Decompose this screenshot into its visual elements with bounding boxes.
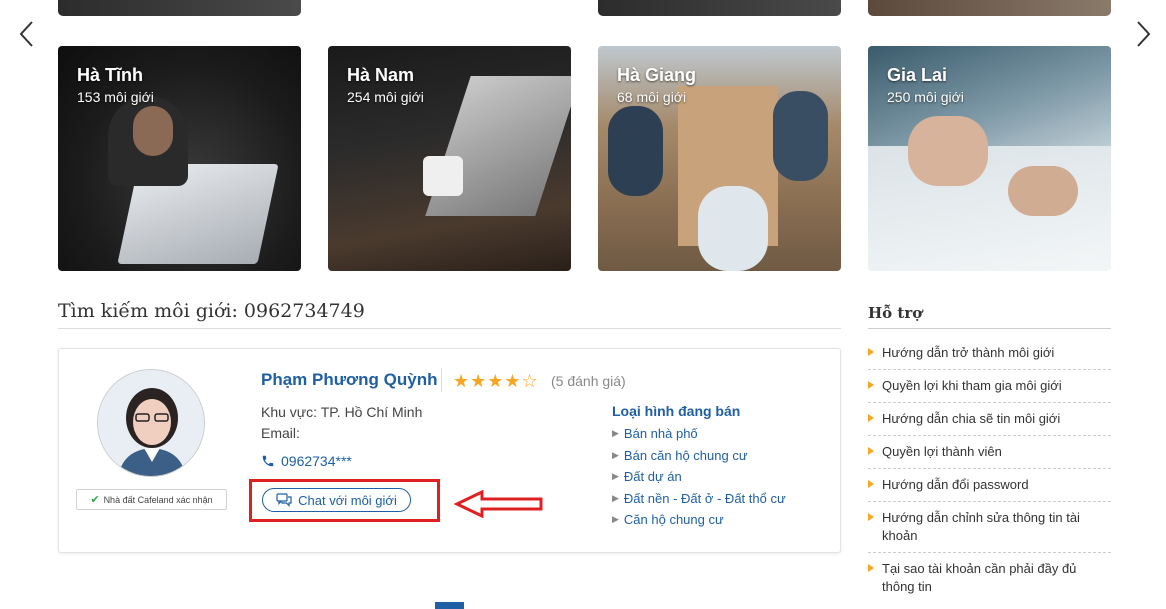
divider [441, 368, 442, 392]
city-card-previous-row [868, 0, 1111, 16]
support-link[interactable]: Hướng dẫn trở thành môi giới [868, 337, 1111, 370]
support-link[interactable]: Hướng dẫn đổi password [868, 469, 1111, 502]
property-type-item[interactable]: ▶ Căn hộ chung cư [612, 509, 786, 531]
broker-count: 68 môi giới [617, 89, 687, 105]
bullet-icon [868, 381, 874, 389]
verified-label: Nhà đất Cafeland xác nhận [103, 494, 213, 505]
city-card-previous-row [58, 0, 301, 16]
city-name: Gia Lai [887, 65, 948, 85]
avatar[interactable] [97, 369, 205, 477]
search-title: Tìm kiếm môi giới: 0962734749 [58, 300, 365, 322]
phone-number: 0962734*** [281, 453, 352, 469]
chevron-left-icon [19, 21, 33, 47]
broker-count: 250 môi giới [887, 89, 964, 105]
city-card-previous-row [598, 0, 841, 16]
pagination-active-indicator[interactable] [435, 602, 464, 609]
divider [868, 328, 1111, 329]
city-name: Hà Nam [347, 65, 415, 85]
support-link[interactable]: Quyền lợi khi tham gia môi giới [868, 370, 1111, 403]
chevron-right-icon [1137, 21, 1151, 47]
triangle-right-icon: ▶ [612, 514, 619, 525]
bullet-icon [868, 348, 874, 356]
bullet-icon [868, 447, 874, 455]
verified-badge: ✔ Nhà đất Cafeland xác nhận [76, 489, 227, 510]
broker-count: 254 môi giới [347, 89, 424, 105]
support-link[interactable]: Hướng dẫn chia sẽ tin môi giới [868, 403, 1111, 436]
property-types-title: Loại hình đang bán [612, 403, 741, 419]
city-card-ha-tinh[interactable]: Hà Tĩnh 153 môi giới [58, 46, 301, 271]
city-name: Hà Giang [617, 65, 697, 85]
bullet-icon [868, 414, 874, 422]
property-type-item[interactable]: ▶ Đất dự án [612, 466, 786, 488]
broker-count: 153 môi giới [77, 89, 154, 105]
broker-card: ✔ Nhà đất Cafeland xác nhận Phạm Phương … [58, 348, 841, 553]
support-list: Hướng dẫn trở thành môi giới Quyền lợi k… [868, 337, 1111, 603]
triangle-right-icon: ▶ [612, 449, 619, 460]
property-type-item[interactable]: ▶ Bán nhà phố [612, 423, 786, 445]
left-arrow-icon [454, 489, 543, 519]
bullet-icon [868, 564, 874, 572]
phone-icon [262, 455, 274, 467]
check-icon: ✔ [90, 494, 100, 506]
bullet-icon [868, 513, 874, 521]
support-link[interactable]: Quyền lợi thành viên [868, 436, 1111, 469]
carousel-prev-button[interactable] [16, 18, 38, 50]
bullet-icon [868, 480, 874, 488]
property-type-item[interactable]: ▶ Đất nền - Đất ở - Đất thổ cư [612, 488, 786, 510]
phone-link[interactable]: 0962734*** [261, 453, 352, 469]
city-card-gia-lai[interactable]: Gia Lai 250 môi giới [868, 46, 1111, 271]
support-link[interactable]: Hướng dẫn chỉnh sửa thông tin tài khoản [868, 502, 1111, 553]
broker-name[interactable]: Phạm Phương Quỳnh [261, 370, 437, 390]
review-count[interactable]: (5 đánh giá) [551, 373, 626, 389]
property-type-item[interactable]: ▶ Bán căn hộ chung cư [612, 445, 786, 467]
property-types-list: ▶ Bán nhà phố ▶ Bán căn hộ chung cư ▶ Đất d… [612, 423, 786, 531]
triangle-right-icon: ▶ [612, 428, 619, 439]
rating-stars: ★★★★☆ [453, 371, 539, 391]
broker-area: Khu vực: TP. Hồ Chí Minh [261, 404, 423, 420]
carousel-next-button[interactable] [1132, 18, 1154, 50]
support-link[interactable]: Tại sao tài khoản cần phải đầy đủ thông … [868, 553, 1111, 603]
city-card-ha-giang[interactable]: Hà Giang 68 môi giới [598, 46, 841, 271]
city-name: Hà Tĩnh [77, 65, 143, 85]
support-title: Hỗ trợ [868, 304, 923, 322]
highlight-box [249, 479, 440, 522]
triangle-right-icon: ▶ [612, 471, 619, 482]
city-card-ha-nam[interactable]: Hà Nam 254 môi giới [328, 46, 571, 271]
divider [58, 328, 841, 329]
triangle-right-icon: ▶ [612, 492, 619, 503]
broker-email: Email: [261, 425, 300, 441]
